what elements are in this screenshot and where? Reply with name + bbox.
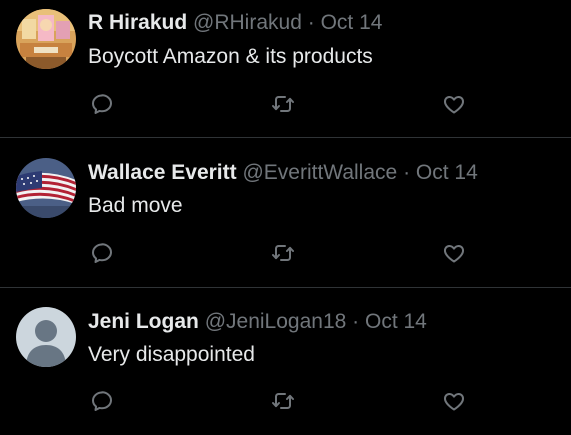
display-name[interactable]: R Hirakud: [88, 11, 187, 34]
tweet-header: Wallace Everitt @EverittWallace · Oct 14: [88, 159, 478, 187]
retweet-icon: [272, 96, 294, 112]
heart-icon: [443, 393, 465, 411]
reply-feed: R Hirakud @RHirakud · Oct 14 Boycott Ama…: [0, 0, 571, 435]
retweet-button[interactable]: [270, 91, 296, 117]
separator-dot: ·: [403, 161, 411, 184]
like-button[interactable]: [441, 388, 467, 414]
separator-dot: ·: [352, 310, 360, 333]
reply-icon: [92, 94, 112, 114]
tweet-header: Jeni Logan @JeniLogan18 · Oct 14: [88, 308, 427, 336]
tweet-text: Boycott Amazon & its products: [88, 45, 373, 68]
retweet-icon: [272, 393, 294, 409]
avatar[interactable]: [16, 307, 76, 367]
avatar[interactable]: [16, 9, 76, 69]
reply-button[interactable]: [89, 388, 115, 414]
display-name[interactable]: Wallace Everitt: [88, 161, 237, 184]
tweet-date[interactable]: Oct 14: [321, 11, 383, 34]
retweet-icon: [272, 245, 294, 261]
default-profile-avatar-icon: [16, 307, 76, 367]
reply-button[interactable]: [89, 91, 115, 117]
tweet-date[interactable]: Oct 14: [365, 310, 427, 333]
collage-avatar-icon: [16, 9, 76, 69]
like-button[interactable]: [441, 240, 467, 266]
like-button[interactable]: [441, 91, 467, 117]
heart-icon: [443, 245, 465, 263]
retweet-button[interactable]: [270, 240, 296, 266]
user-handle[interactable]: @EverittWallace: [242, 161, 397, 184]
reply-icon: [92, 391, 112, 411]
tweet-date[interactable]: Oct 14: [416, 161, 478, 184]
display-name[interactable]: Jeni Logan: [88, 310, 199, 333]
tweet-text: Very disappointed: [88, 343, 255, 366]
avatar[interactable]: [16, 158, 76, 218]
tweet-text: Bad move: [88, 194, 183, 217]
reply-icon: [92, 243, 112, 263]
separator-dot: ·: [307, 11, 315, 34]
tweet-header: R Hirakud @RHirakud · Oct 14: [88, 9, 382, 37]
reply-button[interactable]: [89, 240, 115, 266]
user-handle[interactable]: @JeniLogan18: [205, 310, 347, 333]
user-handle[interactable]: @RHirakud: [193, 11, 302, 34]
retweet-button[interactable]: [270, 388, 296, 414]
heart-icon: [443, 96, 465, 114]
us-flag-avatar-icon: [16, 158, 76, 218]
